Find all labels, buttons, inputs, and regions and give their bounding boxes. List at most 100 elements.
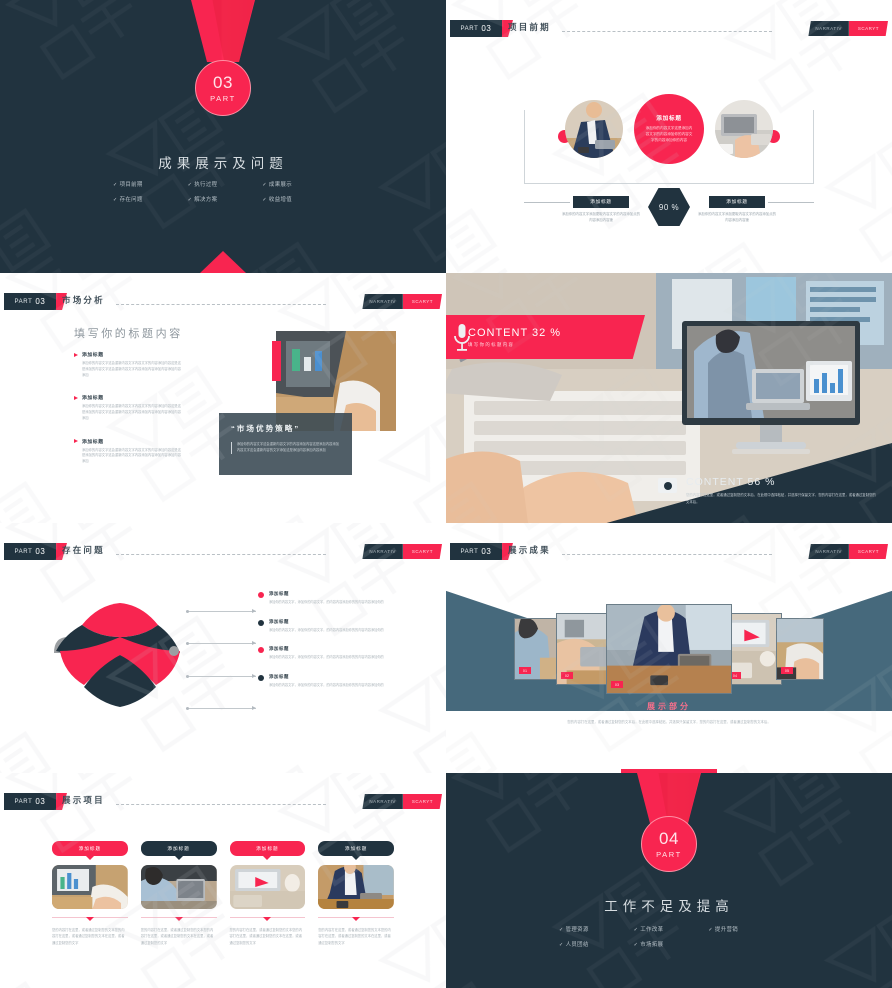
list-item-label: 收益增值 (268, 196, 293, 203)
slide-header: PART 03 展示成果 NARRATIV SCARYT (446, 543, 892, 561)
pointer-icon (174, 917, 183, 921)
list-item-title: 添加标题 (82, 396, 104, 402)
check-icon: ✓ (559, 941, 564, 948)
list-item-label: 提升营销 (714, 927, 739, 933)
content-footer-desc: 您的内容打在这里，或者通过复制您的文本后，在此框中选择粘贴，并选择只保留文字，您… (686, 493, 876, 504)
gallery-caption: 展示部分 您的内容打在这里，或者通过复制您的文本后，在此框中选择粘贴，并选择只保… (446, 701, 892, 726)
header-badge-dark: NARRATIV (362, 794, 403, 809)
list-item-label: 市场拓展 (640, 941, 664, 948)
project-card-tag-label: 添加标题 (256, 845, 279, 851)
project-card[interactable]: 添加标题 您的内容打在这里，或者通过复制您的文本您的内容打在这里，或者通过复制您… (52, 841, 128, 946)
slide-content-percent[interactable]: CONTENT 32 % 填写你的标题内容 CONTENT 56 % 您的内容打… (446, 273, 892, 523)
accent-bar (272, 341, 281, 381)
header-right-badge: NARRATIV SCARYT (362, 294, 442, 309)
project-card-photo (140, 865, 217, 909)
project-card[interactable]: 添加标题 您的内容打在这里，或者通过复制您的文本您的内容打在这里，或者通过复制您… (140, 841, 217, 946)
list-item-title: 添加标题 (269, 673, 289, 679)
hub-connector-right (768, 202, 814, 203)
slide-show-projects[interactable]: PART 03 展示项目 NARRATIV SCARYT 添加标题 您的内容打在… (0, 773, 446, 988)
list-item: ✓ 成果展示 (262, 182, 333, 189)
header-badge-red: SCARYT (402, 794, 442, 809)
cover-checklist: ✓ 管理资源 ✓ 工作改革 ✓ 提升营销 ✓ 人员团结 ✓ 市场拓展 (559, 927, 779, 949)
header-badge-dark: NARRATIV (808, 544, 849, 559)
slide-existing-problems[interactable]: PART 03 存在问题 NARRATIV SCARYT 添加标题 添加你的内容… (0, 523, 446, 773)
list-item-title: 添加标题 (269, 646, 289, 652)
list-item: 添加标题 添加你的内容文字，添加你的内容文字，的内容内容添加你的的内容内容添加你… (258, 646, 408, 661)
hub-center-title: 添加标题 (656, 116, 682, 123)
project-card-tag-label: 添加标题 (344, 845, 368, 851)
project-card-desc: 您的内容打在这里，或者通过复制您的文本您的内容打在这里，或者通过复制您的文本在这… (229, 928, 303, 945)
header-badge-red: SCARYT (848, 21, 888, 36)
hub-photo-right (715, 100, 773, 158)
header-divider (116, 554, 326, 555)
gallery-card-tag: 01 (519, 667, 532, 674)
list-item-title: 添加标题 (269, 618, 289, 624)
project-card-tag: 添加标题 (229, 841, 306, 860)
slide-title: 展示项目 (62, 795, 105, 805)
bullet-list: 添加标题 添加你的内容文字这会重新内容文字内容文字的内容添加内容这是这是添加的内… (74, 351, 184, 481)
gallery-card-tag: 03 (611, 681, 624, 688)
list-item-label: 项目前期 (119, 182, 143, 188)
project-card-tag: 添加标题 (318, 841, 394, 860)
gallery-card[interactable]: 04 (724, 613, 782, 685)
gallery-card[interactable]: 05 (776, 618, 824, 680)
quote-card: “市场优势策略” 添加你的内容文字这会重新内容文字的内容添加内容这是添加内容添加… (219, 413, 352, 475)
section-heading: 填写你的标题内容 (74, 328, 183, 340)
project-card-divider (140, 917, 217, 921)
list-item-desc: 添加你的内容文字，添加你的内容文字，的内容内容添加你的的内容内容添加你的 (269, 655, 384, 660)
pointer-icon (352, 856, 361, 860)
gallery-caption-desc: 您的内容打在这里，或者通过复制您的文本后，在此框中选择粘贴，并选择只保留文字，您… (567, 720, 771, 724)
project-card-photo (52, 865, 128, 909)
check-icon: ✓ (633, 927, 639, 933)
problem-list: 添加标题 添加你的内容文字，添加你的内容文字，的内容内容添加你的的内容内容添加你… (258, 591, 408, 701)
project-card[interactable]: 添加标题 您的内容打在这里，或者通过复制您的文本您的内容打在这里，或者通过复制您… (229, 841, 306, 946)
project-card-tag: 添加标题 (52, 841, 128, 860)
gallery-card-featured[interactable]: 03 (606, 604, 732, 694)
slide-section-cover-03[interactable]: 03 PART 成果展示及问题 ✓ 项目前期 ✓ 执行过程 ✓ 成果展示 ✓ 存在问题 … (0, 0, 446, 273)
slide-title: 市场分析 (62, 295, 105, 305)
content-footer-title: CONTENT 56 % (686, 476, 776, 489)
header-right-badge: NARRATIV SCARYT (808, 21, 888, 36)
list-item-desc: 添加你的内容文字这会重新内容文字内容文字的内容添加内容这是这是添加的内容文字这会… (82, 404, 181, 420)
leader-line (186, 609, 256, 613)
bullet-dot-icon (258, 592, 264, 598)
pointer-icon (263, 917, 272, 921)
leader-line (186, 674, 256, 678)
part-badge-number: 03 (481, 24, 492, 33)
monitor-mockup (680, 321, 862, 457)
list-item: ✓ 项目前期 (113, 182, 184, 189)
list-item: ✓ 提升营销 (708, 927, 779, 934)
gallery-card-tag: 05 (781, 667, 794, 674)
check-icon: ✓ (262, 182, 267, 188)
content-banner-subtitle: 填写你的标题内容 (468, 341, 515, 347)
project-card-tag-label: 添加标题 (78, 845, 102, 851)
list-item: ✓ 市场拓展 (634, 942, 705, 949)
slide-project-early-stage[interactable]: PART 03 项目前期 NARRATIV SCARYT 添加标题 添加你的内容… (446, 0, 892, 273)
hub-desc-left: 添加你的内容文字添加更取内容文字的内容添加点的内容添加内容速 (562, 212, 640, 223)
list-item-desc: 添加你的内容文字，添加你的内容文字，的内容内容添加你的的内容内容添加你的 (269, 627, 384, 632)
list-item-title: 添加标题 (82, 439, 104, 445)
part-badge: PART 03 (450, 543, 502, 560)
project-card-desc: 您的内容打在这里，或者通过复制您的文本您的内容打在这里，或者通过复制您的文本在这… (52, 928, 125, 945)
slide-market-analysis[interactable]: PART 03 市场分析 NARRATIV SCARYT 填写你的标题内容 添加… (0, 273, 446, 523)
header-badge-red: SCARYT (402, 294, 442, 309)
list-item: 添加标题 添加你的内容文字这会重新内容文字内容文字的内容添加内容这是这是添加的内… (74, 438, 184, 465)
content-banner-title: CONTENT 32 % (468, 326, 562, 339)
project-card[interactable]: 添加标题 您的内容打在这里，或者通过复制您的文本您的内容打在这里，或者通过复制您… (318, 841, 394, 946)
list-item: 添加标题 添加你的内容文字这会重新内容文字内容文字的内容添加内容这是这是添加的内… (74, 351, 184, 378)
cover-number: 04 (659, 828, 679, 848)
slide-title: 展示成果 (508, 545, 551, 555)
cover-part-label: PART (210, 93, 236, 103)
header-right-badge: NARRATIV SCARYT (362, 544, 442, 559)
list-item: 添加标题 添加你的内容文字，添加你的内容文字，的内容内容添加你的的内容内容添加你… (258, 619, 408, 634)
slide-show-results[interactable]: PART 03 展示成果 NARRATIV SCARYT 01 02 03 04… (446, 523, 892, 773)
part-badge-number: 03 (35, 547, 46, 556)
slide-section-cover-04[interactable]: 04 PART 工作不足及提高 ✓ 管理资源 ✓ 工作改革 ✓ 提升营销 ✓ 人员团结 … (446, 773, 892, 988)
gallery-card[interactable]: 01 (514, 618, 562, 680)
list-item-label: 解决方案 (194, 196, 218, 203)
bullet-dot-icon (258, 619, 264, 626)
hub-center-desc: 添加你的内容文字这是添加内容文字的内容添加你的内容文字的内容添加你的内容 (645, 126, 693, 142)
project-card-desc: 您的内容打在这里，或者通过复制您的文本您的内容打在这里，或者通过复制您的文本在这… (318, 928, 391, 945)
project-card-divider (52, 917, 128, 921)
hub-tag-right: 添加标题 (709, 196, 765, 208)
